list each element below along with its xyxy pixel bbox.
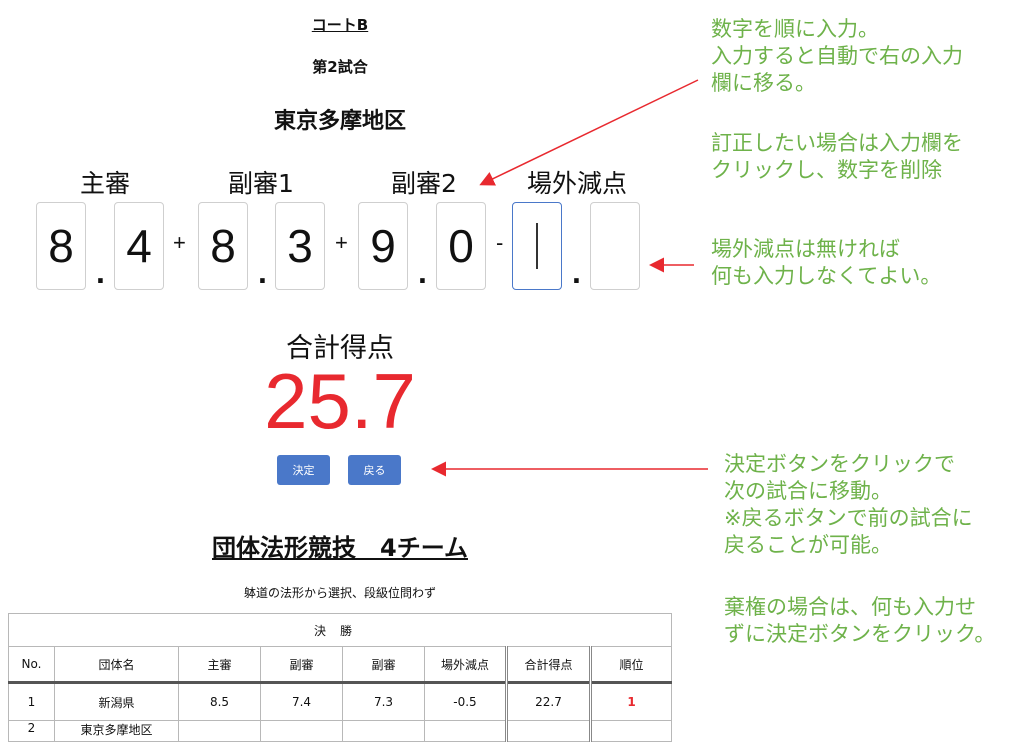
annotation-correction: 訂正したい場合は入力欄を クリックし、数字を削除 (711, 131, 963, 182)
annotation-forfeit-hint: 棄権の場合は、何も入力せ ずに決定ボタンをクリック。 (724, 595, 996, 646)
annotation-deduction-hint: 場外減点は無ければ 何も入力しなくてよい。 (711, 237, 942, 288)
annotation-input-order: 数字を順に入力。 入力すると自動で右の入力 欄に移る。 (711, 17, 963, 95)
annotation-decide-hint: 決定ボタンをクリックで 次の試合に移動。 ※戻るボタンで前の試合に 戻ることが可… (724, 452, 973, 557)
arrow-to-input (479, 79, 699, 186)
